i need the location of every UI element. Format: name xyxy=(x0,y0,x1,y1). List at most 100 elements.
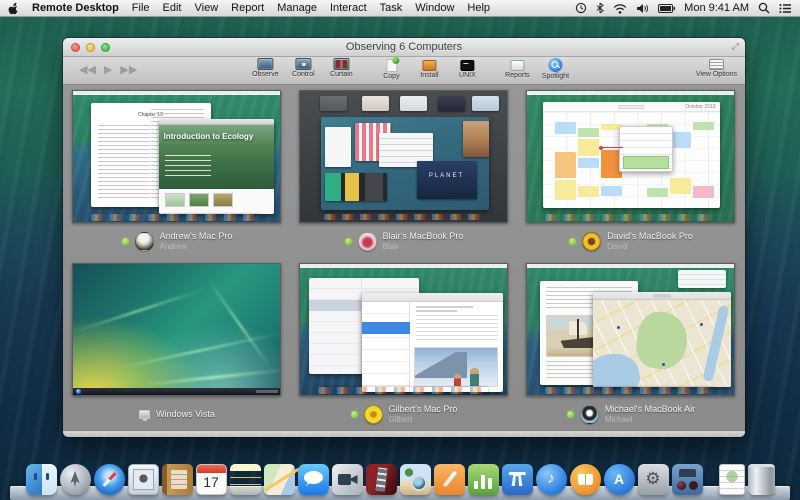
computer-user: Gilbert xyxy=(389,415,458,424)
calendar-event xyxy=(601,186,622,196)
spotlight-search-icon[interactable] xyxy=(758,2,770,14)
notes-icon[interactable] xyxy=(230,464,261,495)
notification-center-icon[interactable] xyxy=(779,3,792,14)
calendar-event xyxy=(647,188,668,197)
iphoto-icon[interactable] xyxy=(400,464,431,495)
computer-label: David's MacBook Pro David xyxy=(526,230,737,252)
remote-screen-vista[interactable] xyxy=(72,263,281,396)
close-button[interactable] xyxy=(71,43,80,52)
computer-name: Windows Vista xyxy=(156,409,215,419)
mail-icon[interactable] xyxy=(128,464,159,495)
copy-button[interactable]: Copy xyxy=(376,58,406,80)
menu-file[interactable]: File xyxy=(132,2,150,14)
calendar-event xyxy=(555,122,576,134)
menu-edit[interactable]: Edit xyxy=(163,2,182,14)
desktop: Remote Desktop File Edit View Report Man… xyxy=(0,0,800,500)
vista-start-orb xyxy=(76,389,81,394)
view-options-button[interactable]: View Options xyxy=(696,58,737,78)
document-icon[interactable] xyxy=(719,464,745,495)
curtain-button[interactable]: Curtain xyxy=(326,58,356,80)
time-machine-icon[interactable] xyxy=(575,2,587,14)
spotlight-button[interactable]: Spotlight xyxy=(540,58,570,80)
battery-icon[interactable] xyxy=(658,4,675,13)
menu-report[interactable]: Report xyxy=(231,2,264,14)
calendar-event xyxy=(693,122,714,130)
safari-icon[interactable] xyxy=(94,464,125,495)
minimize-button[interactable] xyxy=(86,43,95,52)
calendar-icon[interactable]: 17 xyxy=(196,464,227,495)
online-status-dot xyxy=(567,411,574,418)
app-store-icon[interactable]: A xyxy=(604,464,635,495)
menu-window[interactable]: Window xyxy=(415,2,454,14)
zoom-button[interactable] xyxy=(101,43,110,52)
avatar xyxy=(135,232,154,251)
contacts-icon[interactable] xyxy=(162,464,193,495)
wifi-icon[interactable] xyxy=(613,3,627,14)
remote-screen-gilbert[interactable] xyxy=(299,263,508,396)
view-options-icon xyxy=(709,59,724,70)
system-preferences-icon[interactable]: ⚙ xyxy=(638,464,669,495)
facetime-window xyxy=(463,121,489,157)
menu-app-name[interactable]: Remote Desktop xyxy=(32,2,119,14)
computer-name: Gilbert's Mac Pro xyxy=(389,404,458,414)
remote-screen-michael[interactable] xyxy=(526,263,735,396)
notification-widget xyxy=(678,270,726,288)
menu-help[interactable]: Help xyxy=(467,2,490,14)
menubar-clock[interactable]: Mon 9:41 AM xyxy=(684,2,749,14)
finder-icon[interactable] xyxy=(26,464,57,495)
map-pin xyxy=(700,323,703,326)
menu-view[interactable]: View xyxy=(195,2,219,14)
fullscreen-icon[interactable]: ⤢ xyxy=(732,41,739,52)
remote-desktop-icon[interactable] xyxy=(672,464,703,495)
online-status-dot xyxy=(345,238,352,245)
keynote-icon[interactable] xyxy=(502,464,533,495)
calendar-month: October 2013 xyxy=(685,104,715,110)
computer-label: Windows Vista xyxy=(72,403,283,425)
remote-screen-blair[interactable]: PLANET xyxy=(299,90,508,223)
computer-label: Andrew's Mac Pro Andrew xyxy=(72,230,283,252)
window-titlebar[interactable]: Observing 6 Computers ⤢ xyxy=(63,38,745,57)
play-button[interactable]: ▶ xyxy=(104,63,112,76)
maps-icon[interactable] xyxy=(264,464,295,495)
vista-tray xyxy=(256,390,278,393)
computer-user: Blair xyxy=(383,242,464,251)
remote-screen-david[interactable]: October 2013 xyxy=(526,90,735,223)
volume-icon[interactable] xyxy=(636,3,649,14)
facetime-icon[interactable] xyxy=(332,464,363,495)
unix-button[interactable]: UNIX xyxy=(452,58,482,80)
messages-icon[interactable] xyxy=(298,464,329,495)
calendar-event xyxy=(578,186,599,197)
itunes-icon[interactable]: ♪ xyxy=(536,464,567,495)
menu-task[interactable]: Task xyxy=(380,2,403,14)
pages-icon[interactable] xyxy=(434,464,465,495)
remote-screen-andrew[interactable]: Chapter 10 Introduction to Ecology xyxy=(72,90,281,223)
forward-button[interactable]: ▶▶ xyxy=(120,63,137,76)
control-button[interactable]: Control xyxy=(288,58,318,80)
numbers-icon[interactable] xyxy=(468,464,499,495)
back-button[interactable]: ◀◀ xyxy=(79,63,96,76)
computer-name: Andrew's Mac Pro xyxy=(160,231,233,241)
computer-cell-vista: Windows Vista xyxy=(72,263,283,430)
mail-window xyxy=(362,293,503,392)
calendar-event xyxy=(555,152,576,178)
mini-menubar xyxy=(527,91,734,95)
curtain-icon xyxy=(333,58,349,70)
menu-manage[interactable]: Manage xyxy=(277,2,317,14)
menu-interact[interactable]: Interact xyxy=(330,2,367,14)
trash-icon[interactable] xyxy=(748,464,775,495)
current-time-line xyxy=(601,147,623,148)
map-pin xyxy=(617,326,620,329)
dock: 17 ♪ A ⚙ xyxy=(0,452,800,500)
avatar xyxy=(582,232,601,251)
bluetooth-icon[interactable] xyxy=(596,2,604,14)
computer-cell-blair: PLANET Blair's MacBook Pro Blair xyxy=(299,90,510,257)
ibooks-icon[interactable] xyxy=(570,464,601,495)
reports-button[interactable]: Reports xyxy=(502,58,532,80)
online-status-dot xyxy=(351,411,358,418)
launchpad-icon[interactable] xyxy=(60,464,91,495)
observe-icon xyxy=(257,58,273,70)
apple-menu-icon[interactable] xyxy=(8,2,19,15)
install-button[interactable]: Install xyxy=(414,58,444,80)
photo-booth-icon[interactable] xyxy=(366,464,397,495)
observe-button[interactable]: Observe xyxy=(250,58,280,80)
